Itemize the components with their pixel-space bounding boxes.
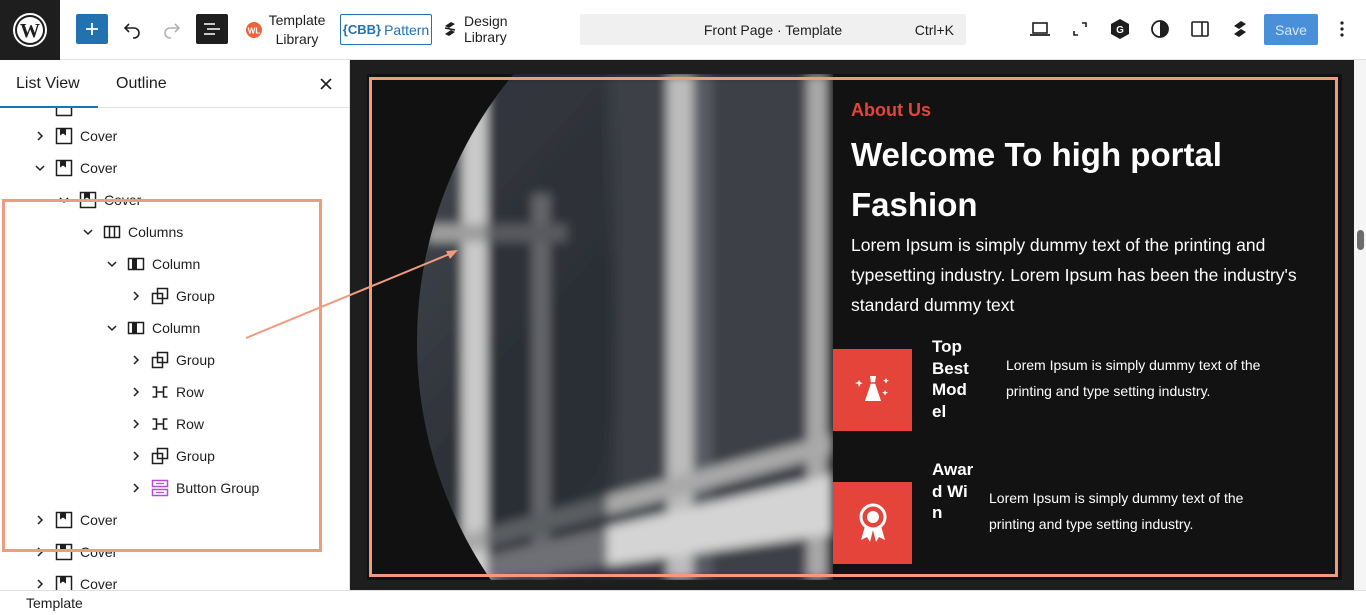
feature-description: Lorem Ipsum is simply dummy text of the … — [1006, 357, 1261, 399]
feature-title: Award Win — [932, 460, 974, 522]
redo-icon — [164, 23, 181, 39]
grammarly-icon[interactable]: G — [1108, 17, 1132, 41]
preview-desktop-icon[interactable] — [1028, 17, 1052, 41]
tree-item-label: Cover — [80, 576, 118, 590]
feature-description: Lorem Ipsum is simply dummy text of the … — [989, 490, 1244, 532]
tab-list-view[interactable]: List View — [0, 60, 98, 108]
block-breadcrumb-bar: Template — [0, 590, 1366, 615]
redo-button[interactable] — [158, 14, 186, 44]
tree-item-cover[interactable]: Cover — [0, 152, 340, 184]
document-overview-button[interactable] — [196, 14, 228, 44]
plus-icon — [86, 23, 98, 35]
save-button[interactable]: Save — [1264, 14, 1318, 45]
block-tree: Cover Cover Cover Columns Column Group Column G… — [0, 108, 349, 590]
about-label: About Us — [851, 100, 931, 120]
wordpress-logo-icon[interactable]: W — [0, 0, 60, 60]
svg-text:WL: WL — [247, 27, 260, 36]
chevron-down-icon[interactable] — [32, 160, 48, 176]
cover-block[interactable]: About Us Welcome To high portal Fashion … — [367, 74, 1342, 580]
command-shortcut: Ctrl+K — [914, 22, 954, 38]
tree-item-cover[interactable]: Cover — [0, 568, 340, 590]
tree-item-label: Cover — [80, 128, 118, 144]
template-library-logo-icon: WL — [245, 22, 262, 38]
svg-text:W: W — [20, 20, 40, 42]
settings-sidebar-icon[interactable] — [1188, 17, 1212, 41]
feature-title: Top Best Model — [932, 337, 969, 421]
fullscreen-icon[interactable] — [1068, 17, 1092, 41]
cover-icon — [54, 108, 74, 118]
scrollbar-thumb[interactable] — [1357, 230, 1364, 250]
cbb-tag: {CBB} — [342, 22, 382, 37]
chevron-right-icon[interactable] — [32, 128, 48, 144]
cover-icon — [54, 574, 74, 590]
stackable-settings-icon[interactable] — [1228, 17, 1252, 41]
canvas-scrollbar[interactable] — [1354, 60, 1366, 590]
cover-icon — [54, 158, 74, 178]
dress-icon — [854, 376, 889, 401]
close-icon[interactable] — [316, 74, 336, 94]
design-library-button[interactable]: Design Library — [442, 13, 554, 45]
options-menu-icon[interactable] — [1332, 17, 1352, 41]
pattern-label: Pattern — [384, 21, 430, 38]
tree-item-cover[interactable]: Cover — [0, 120, 340, 152]
undo-icon — [123, 23, 140, 39]
document-overview-panel: List View Outline Cover Cover Cover Columns… — [0, 60, 350, 590]
tab-outline[interactable]: Outline — [116, 60, 167, 108]
styles-icon[interactable] — [1148, 17, 1172, 41]
document-title: Front Page · Template — [703, 22, 843, 38]
stackable-logo-icon — [444, 22, 456, 36]
page-heading: Welcome To high portal Fashion — [851, 136, 1222, 223]
editor-canvas[interactable]: About Us Welcome To high portal Fashion … — [350, 60, 1354, 590]
template-library-button[interactable]: WL Template Library — [242, 10, 328, 50]
template-library-label-1: Template — [268, 12, 326, 28]
lead-paragraph: Lorem Ipsum is simply dummy text of the … — [851, 235, 1297, 315]
selection-highlight-box — [2, 199, 322, 552]
cbb-pattern-button[interactable]: {CBB} Pattern — [340, 14, 432, 45]
design-library-label: Design Library — [463, 13, 508, 45]
editor-toolbar: W WL Template Library {CBB} Pattern Desi… — [0, 0, 1366, 60]
command-palette[interactable]: Front Page · Template Ctrl+K — [580, 14, 966, 45]
chevron-right-icon[interactable] — [32, 576, 48, 590]
undo-button[interactable] — [118, 14, 146, 44]
panel-tabs: List View Outline — [0, 60, 349, 108]
window-photo — [367, 74, 833, 580]
breadcrumb-template[interactable]: Template — [26, 595, 83, 611]
list-view-icon — [204, 23, 220, 35]
template-library-label-2: Library — [275, 31, 319, 47]
svg-text:G: G — [1116, 25, 1124, 36]
feature-icon-box — [833, 482, 912, 564]
add-block-button[interactable] — [76, 14, 108, 44]
cover-icon — [54, 126, 74, 146]
award-icon — [859, 503, 886, 542]
feature-icon-box — [833, 349, 912, 431]
tree-item-label: Cover — [80, 160, 118, 176]
